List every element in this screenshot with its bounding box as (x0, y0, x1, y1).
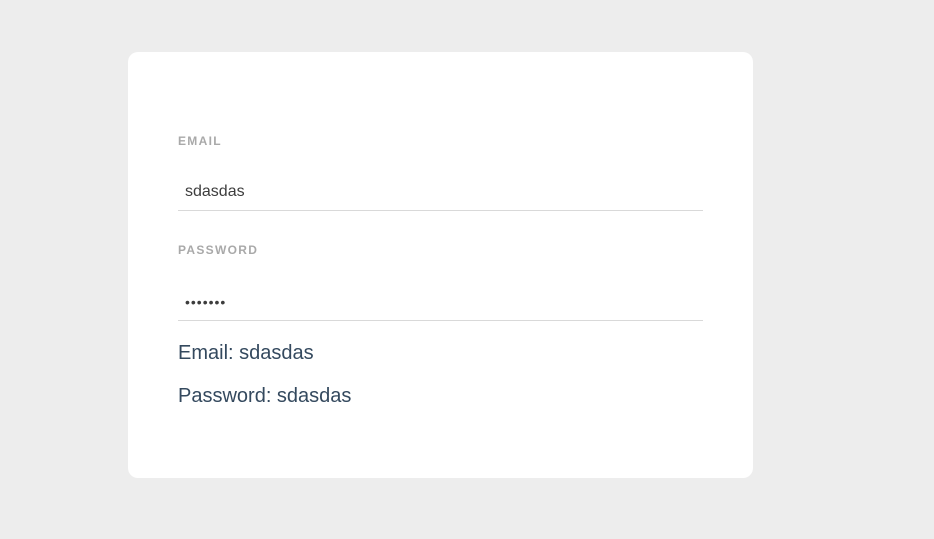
password-label: PASSWORD (178, 243, 259, 257)
email-input[interactable] (178, 173, 703, 211)
email-label: EMAIL (178, 134, 222, 148)
email-output-text: Email: sdasdas (178, 342, 314, 364)
login-card: EMAIL PASSWORD Email: sdasdas Password: … (128, 52, 753, 478)
password-output-text: Password: sdasdas (178, 385, 352, 407)
page: EMAIL PASSWORD Email: sdasdas Password: … (0, 0, 934, 539)
password-input[interactable] (178, 283, 703, 321)
